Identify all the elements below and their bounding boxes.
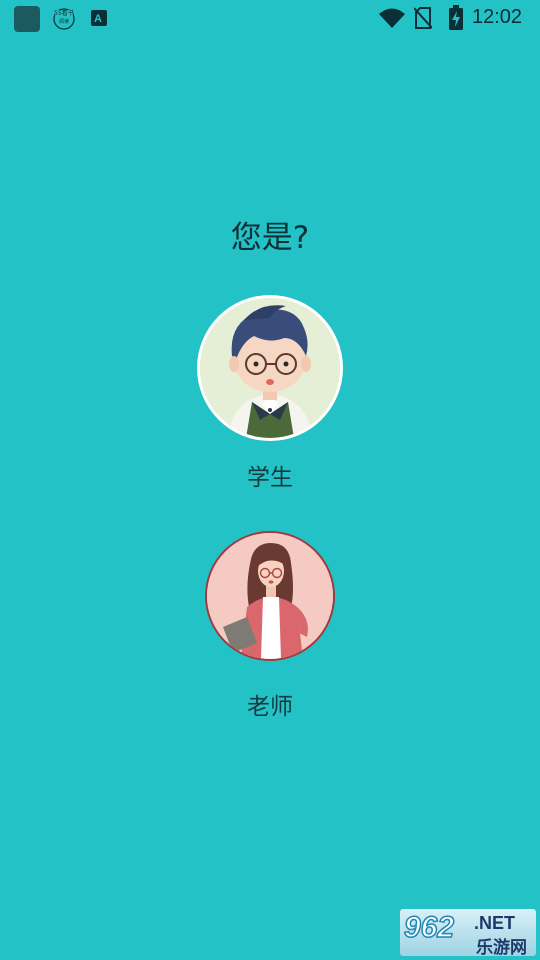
battery-charging-icon bbox=[449, 5, 463, 30]
teacher-option[interactable]: 老师 bbox=[0, 533, 540, 721]
teacher-avatar[interactable] bbox=[207, 533, 333, 659]
watermark-number: 962 bbox=[403, 910, 455, 945]
svg-text:A: A bbox=[94, 13, 102, 25]
no-sim-icon bbox=[414, 7, 432, 29]
teacher-label[interactable]: 老师 bbox=[0, 687, 540, 721]
notification-a-icon: A bbox=[91, 10, 107, 26]
notification-logo-icon: 55看书 阅读 bbox=[53, 8, 75, 30]
svg-text:55看书: 55看书 bbox=[54, 9, 74, 17]
wifi-icon bbox=[379, 8, 405, 28]
student-avatar[interactable] bbox=[200, 298, 340, 438]
watermark-brand: 乐游网 bbox=[476, 938, 527, 958]
student-label[interactable]: 学生 bbox=[0, 458, 540, 492]
site-watermark-logo: 962 .NET 乐游网 bbox=[400, 909, 536, 958]
status-clock: 12:02 bbox=[472, 6, 523, 28]
svg-text:阅读: 阅读 bbox=[59, 18, 69, 25]
watermark-domain: .NET bbox=[474, 913, 516, 933]
student-option[interactable]: 学生 bbox=[0, 298, 540, 492]
app-icon bbox=[14, 6, 40, 32]
role-question-title: 您是? bbox=[230, 220, 310, 256]
status-bar: 55看书 阅读 A 12:02 bbox=[0, 0, 540, 36]
